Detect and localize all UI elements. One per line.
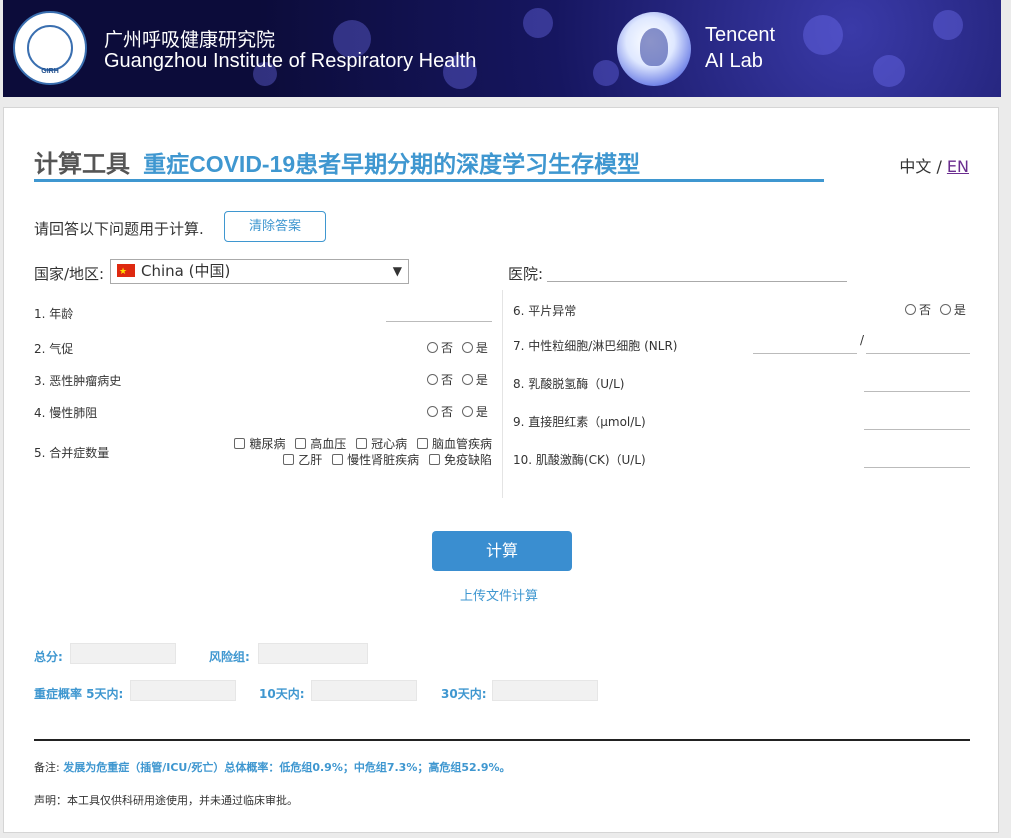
radio-label-no: 否 [441,341,454,355]
question-age: 1. 年龄 [34,307,74,321]
dyspnea-radio-group: 否 是 [422,339,488,356]
prob-30d-label: 30天内: [441,687,487,701]
hospital-input[interactable] [547,261,847,282]
title-sub: 重症COVID-19患者早期分期的深度学习生存模型 [143,151,641,177]
question-copd: 4. 慢性肺阻 [34,406,98,420]
lungs-icon [27,25,73,71]
country-select[interactable]: ★ China (中国) ▼ [110,259,409,284]
prob-30d-output [492,680,598,701]
radio-label-yes: 是 [475,373,488,387]
prob-10d-output [311,680,417,701]
xray-yes-radio[interactable] [939,304,951,315]
note-prefix: 备注: [34,761,64,774]
partner-name-line1: Tencent [705,24,776,46]
prob-5d-label: 重症概率 5天内: [34,687,124,701]
radio-label-yes: 是 [475,341,488,355]
ldh-input[interactable] [864,373,970,392]
age-input[interactable] [386,303,492,322]
form-prompt: 请回答以下问题用于计算. [34,220,204,238]
hospital-label: 医院: [508,265,544,283]
question-direct-bilirubin: 9. 直接胆红素（μmol/L) [513,415,646,429]
question-xray-abnormal: 6. 平片异常 [513,304,577,318]
total-score-label: 总分: [34,650,63,664]
prob-5d-output [130,680,236,701]
cerebrovascular-checkbox[interactable] [416,438,428,449]
prob-10d-label: 10天内: [259,687,305,701]
radio-label-no: 否 [919,303,932,317]
lang-en-link[interactable]: EN [947,157,969,176]
radio-label-no: 否 [441,373,454,387]
nlr-separator: / [860,333,865,347]
cancer-radio-group: 否 是 [422,371,488,388]
checkbox-label: 乙肝 [298,453,323,467]
calculate-button[interactable]: 计算 [432,531,572,571]
language-switch: 中文 / EN [899,153,969,177]
lang-separator: / [931,157,947,176]
bilirubin-input[interactable] [864,411,970,430]
china-flag-icon: ★ [117,264,135,277]
page-title: 计算工具 重症COVID-19患者早期分期的深度学习生存模型 [34,144,640,179]
xray-no-radio[interactable] [905,304,916,315]
cancer-yes-radio[interactable] [461,374,473,385]
question-nlr: 7. 中性粒细胞/淋巴细胞 (NLR) [513,339,678,353]
footer-disclaimer: 声明：本工具仅供科研用途使用，并未通过临床审批。 [34,794,298,807]
question-cancer-history: 3. 恶性肿瘤病史 [34,374,122,388]
neutrophil-input[interactable] [753,335,857,354]
clear-answers-button[interactable]: 清除答案 [224,211,326,242]
note-highlight: 发展为危重症（插管/ICU/死亡）总体概率：低危组0.9%；中危组7.3%；高危… [63,761,511,774]
lang-cn[interactable]: 中文 [899,157,931,176]
comorbidity-row-2: 乙肝 慢性肾脏疾病 免疫缺陷 [204,451,492,468]
institute-name-cn: 广州呼吸健康研究院 [104,30,276,51]
column-divider [502,290,503,498]
checkbox-label: 免疫缺陷 [443,453,492,467]
xray-radio-group: 否 是 [900,301,966,318]
ck-input[interactable] [864,449,970,468]
logo-text: GIRH [41,68,59,75]
checkbox-label: 高血压 [310,437,347,451]
risk-group-label: 风险组: [209,650,250,664]
hypertension-checkbox[interactable] [295,438,307,449]
institute-name-en: Guangzhou Institute of Respiratory Healt… [104,50,477,72]
lymphocyte-input[interactable] [866,335,970,354]
hepatitis-b-checkbox[interactable] [283,454,295,465]
immunodeficiency-checkbox[interactable] [428,454,440,465]
total-score-output [70,643,176,664]
ai-lab-logo-icon [617,12,691,86]
chd-checkbox[interactable] [356,438,368,449]
copd-yes-radio[interactable] [461,406,473,417]
cancer-no-radio[interactable] [427,374,438,385]
radio-label-no: 否 [441,405,454,419]
title-main: 计算工具 [34,151,130,178]
checkbox-label: 冠心病 [371,437,408,451]
chevron-down-icon: ▼ [392,264,402,278]
country-label: 国家/地区: [34,265,105,283]
comorbidity-row-1: 糖尿病 高血压 冠心病 脑血管疾病 [204,435,492,452]
dyspnea-no-radio[interactable] [427,342,438,353]
diabetes-checkbox[interactable] [234,438,246,449]
checkbox-label: 慢性肾脏疾病 [347,453,420,467]
copd-radio-group: 否 是 [422,403,488,420]
risk-group-output [258,643,368,664]
country-value: China (中国) [141,262,231,280]
footer-note: 备注: 发展为危重症（插管/ICU/死亡）总体概率：低危组0.9%；中危组7.3… [34,759,511,775]
radio-label-yes: 是 [475,405,488,419]
ckd-checkbox[interactable] [332,454,344,465]
checkbox-label: 脑血管疾病 [431,437,492,451]
upload-file-link[interactable]: 上传文件计算 [460,585,538,604]
calculator-card: 计算工具 重症COVID-19患者早期分期的深度学习生存模型 中文 / EN 请… [3,107,999,833]
partner-name-line2: AI Lab [705,50,763,72]
question-ldh: 8. 乳酸脱氢酶（U/L) [513,377,625,391]
question-comorbidities: 5. 合并症数量 [34,446,110,460]
question-dyspnea: 2. 气促 [34,342,74,356]
dyspnea-yes-radio[interactable] [461,342,473,353]
institute-logo: GIRH [13,11,87,85]
copd-no-radio[interactable] [427,406,438,417]
footer-divider [34,739,970,741]
radio-label-yes: 是 [953,303,966,317]
header-banner: GIRH 广州呼吸健康研究院 Guangzhou Institute of Re… [3,0,1001,97]
checkbox-label: 糖尿病 [249,437,286,451]
title-underline [34,179,824,182]
question-ck: 10. 肌酸激酶(CK)（U/L) [513,453,646,467]
